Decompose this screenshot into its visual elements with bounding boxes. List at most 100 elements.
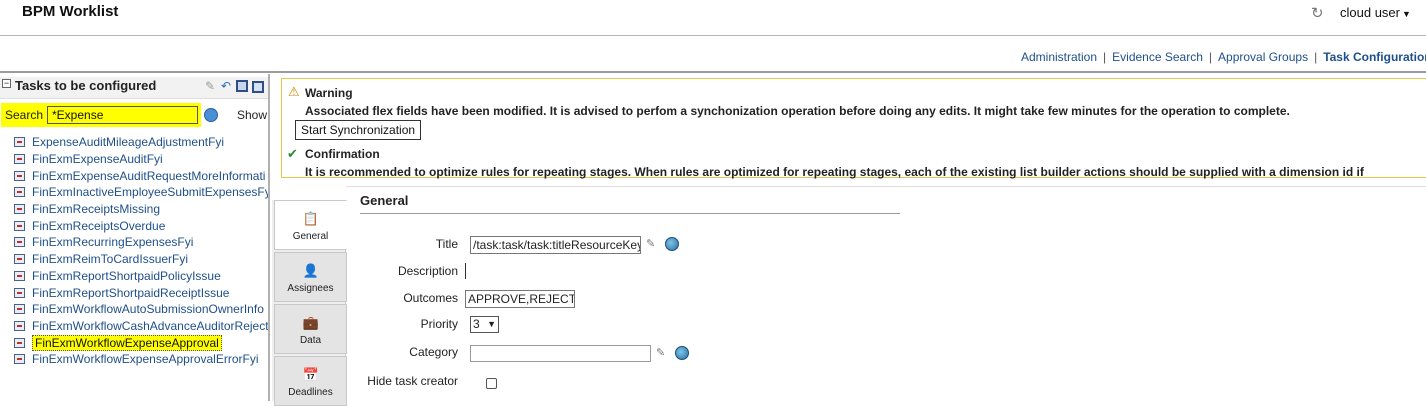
task-link[interactable]: FinExmWorkflowExpenseApproval — [35, 336, 219, 350]
warning-icon: ⚠ — [288, 84, 300, 99]
list-item[interactable]: FinExmReportShortpaidReceiptIssue — [14, 284, 269, 301]
tasks-panel: − Tasks to be configured ✎ ↶ Search Show… — [0, 74, 269, 401]
task-link[interactable]: FinExmWorkflowCashAdvanceAuditorReject — [32, 319, 269, 333]
list-item[interactable]: FinExmReportShortpaidPolicyIssue — [14, 268, 269, 285]
priority-select[interactable]: 3 ▼ — [470, 316, 499, 333]
link-evidence-search[interactable]: Evidence Search — [1112, 50, 1203, 64]
search-go-icon[interactable] — [204, 108, 218, 122]
tab-data[interactable]: 💼 Data — [274, 304, 347, 354]
refresh-icon[interactable]: ↻ — [1311, 4, 1324, 22]
list-item[interactable]: ExpenseAuditMileageAdjustmentFyi — [14, 134, 269, 151]
task-link[interactable]: FinExmWorkflowExpenseApprovalErrorFyi — [32, 352, 259, 366]
task-icon — [14, 254, 25, 265]
edit-expression-icon[interactable]: ✎ — [656, 347, 669, 359]
task-link[interactable]: FinExmReportShortpaidPolicyIssue — [32, 269, 221, 283]
confirmation-text: It is recommended to optimize rules for … — [305, 165, 1364, 179]
task-link[interactable]: FinExmReceiptsOverdue — [32, 219, 165, 233]
tab-label: Deadlines — [288, 387, 333, 398]
task-icon — [14, 187, 25, 198]
list-item[interactable]: FinExmReceiptsMissing — [14, 201, 269, 218]
top-nav: Administration | Evidence Search | Approval … — [1021, 50, 1426, 64]
tab-label: Assignees — [287, 283, 334, 294]
task-icon — [14, 237, 25, 248]
list-item-selected[interactable]: FinExmWorkflowExpenseApproval — [14, 334, 269, 351]
panel-divider[interactable] — [268, 74, 270, 401]
task-icon — [14, 204, 25, 215]
calendar-icon: 📅 — [302, 367, 319, 382]
link-approval-groups[interactable]: Approval Groups — [1218, 50, 1308, 64]
link-administration[interactable]: Administration — [1021, 50, 1097, 64]
task-link[interactable]: FinExmReceiptsMissing — [32, 202, 160, 216]
tab-general[interactable]: 📋 General — [274, 200, 347, 250]
task-icon — [14, 220, 25, 231]
description-label: Description — [397, 264, 458, 278]
task-link[interactable]: FinExmReportShortpaidReceiptIssue — [32, 286, 229, 300]
header-divider — [0, 35, 1426, 36]
warning-title: Warning — [305, 86, 353, 100]
link-task-configuration[interactable]: Task Configuration — [1323, 50, 1426, 64]
list-item[interactable]: FinExmReimToCardIssuerFyi — [14, 251, 269, 268]
nav-separator: | — [1208, 50, 1213, 64]
vertical-tabs: 📋 General 👤 Assignees 💼 Data 📅 Deadlines — [272, 200, 347, 406]
selection-highlight: FinExmWorkflowExpenseApproval — [32, 334, 222, 351]
edit-expression-icon[interactable]: ✎ — [646, 238, 659, 250]
save-as-icon[interactable] — [252, 81, 264, 93]
user-menu[interactable]: cloud user ▼ — [1340, 5, 1411, 20]
priority-value: 3 — [473, 317, 480, 331]
outcomes-label: Outcomes — [403, 291, 458, 305]
hide-creator-checkbox[interactable] — [486, 378, 497, 389]
category-label: Category — [409, 345, 458, 359]
list-item[interactable]: FinExmInactiveEmployeeSubmitExpensesFy — [14, 184, 269, 201]
outcomes-field[interactable]: APPROVE,REJECT — [465, 290, 575, 308]
translate-globe-icon[interactable] — [675, 346, 689, 360]
panel-title: Tasks to be configured — [15, 78, 157, 93]
hide-creator-label: Hide task creator — [367, 374, 458, 388]
undo-icon[interactable]: ↶ — [219, 79, 233, 93]
list-item[interactable]: FinExmRecurringExpensesFyi — [14, 234, 269, 251]
chevron-down-icon: ▼ — [487, 319, 496, 329]
task-link[interactable]: ExpenseAuditMileageAdjustmentFyi — [32, 135, 224, 149]
user-icon: 👤 — [302, 263, 319, 278]
clipboard-icon: 📋 — [302, 211, 319, 226]
task-icon — [14, 270, 25, 281]
list-item[interactable]: FinExmWorkflowExpenseApprovalErrorFyi — [14, 351, 269, 368]
tab-label: Data — [299, 335, 322, 346]
task-icon — [14, 287, 25, 298]
task-icon — [14, 320, 25, 331]
nav-separator: | — [1314, 50, 1318, 64]
task-list: ExpenseAuditMileageAdjustmentFyi FinExmE… — [14, 134, 269, 368]
list-item[interactable]: FinExmWorkflowCashAdvanceAuditorReject — [14, 318, 269, 335]
task-link[interactable]: FinExmExpenseAuditFyi — [32, 152, 163, 166]
chevron-down-icon: ▼ — [1401, 9, 1411, 19]
translate-globe-icon[interactable] — [665, 237, 679, 251]
task-link[interactable]: FinExmReimToCardIssuerFyi — [32, 252, 188, 266]
save-icon[interactable] — [236, 80, 248, 92]
task-link[interactable]: FinExmWorkflowAutoSubmissionOwnerInfo — [32, 302, 264, 316]
category-field[interactable] — [470, 345, 651, 362]
description-field[interactable] — [465, 263, 466, 279]
tab-deadlines[interactable]: 📅 Deadlines — [274, 356, 347, 406]
task-icon — [14, 170, 25, 181]
section-divider — [360, 213, 900, 214]
start-synchronization-button[interactable]: Start Synchronization — [295, 120, 422, 140]
edit-pencil-icon[interactable]: ✎ — [203, 79, 217, 93]
content-divider — [346, 186, 1426, 187]
list-item[interactable]: FinExmWorkflowAutoSubmissionOwnerInfo — [14, 301, 269, 318]
tab-label: General — [292, 231, 329, 242]
search-input[interactable] — [47, 106, 198, 124]
list-item[interactable]: FinExmExpenseAuditFyi — [14, 151, 269, 168]
show-label[interactable]: Show — [237, 108, 267, 122]
warning-text: Associated flex fields have been modifie… — [305, 104, 1290, 118]
title-label: Title — [435, 237, 458, 251]
list-item[interactable]: FinExmReceiptsOverdue — [14, 217, 269, 234]
tab-assignees[interactable]: 👤 Assignees — [274, 252, 347, 302]
task-link[interactable]: FinExmInactiveEmployeeSubmitExpensesFy — [32, 185, 269, 199]
list-item[interactable]: FinExmExpenseAuditRequestMoreInformati — [14, 167, 269, 184]
task-link[interactable]: FinExmRecurringExpensesFyi — [32, 235, 193, 249]
task-icon — [14, 137, 25, 148]
search-label: Search — [5, 108, 44, 122]
task-link[interactable]: FinExmExpenseAuditRequestMoreInformati — [32, 169, 265, 183]
title-field[interactable]: /task:task/task:titleResourceKey — [470, 236, 641, 254]
task-icon — [14, 337, 25, 348]
collapse-icon[interactable]: − — [2, 79, 11, 88]
